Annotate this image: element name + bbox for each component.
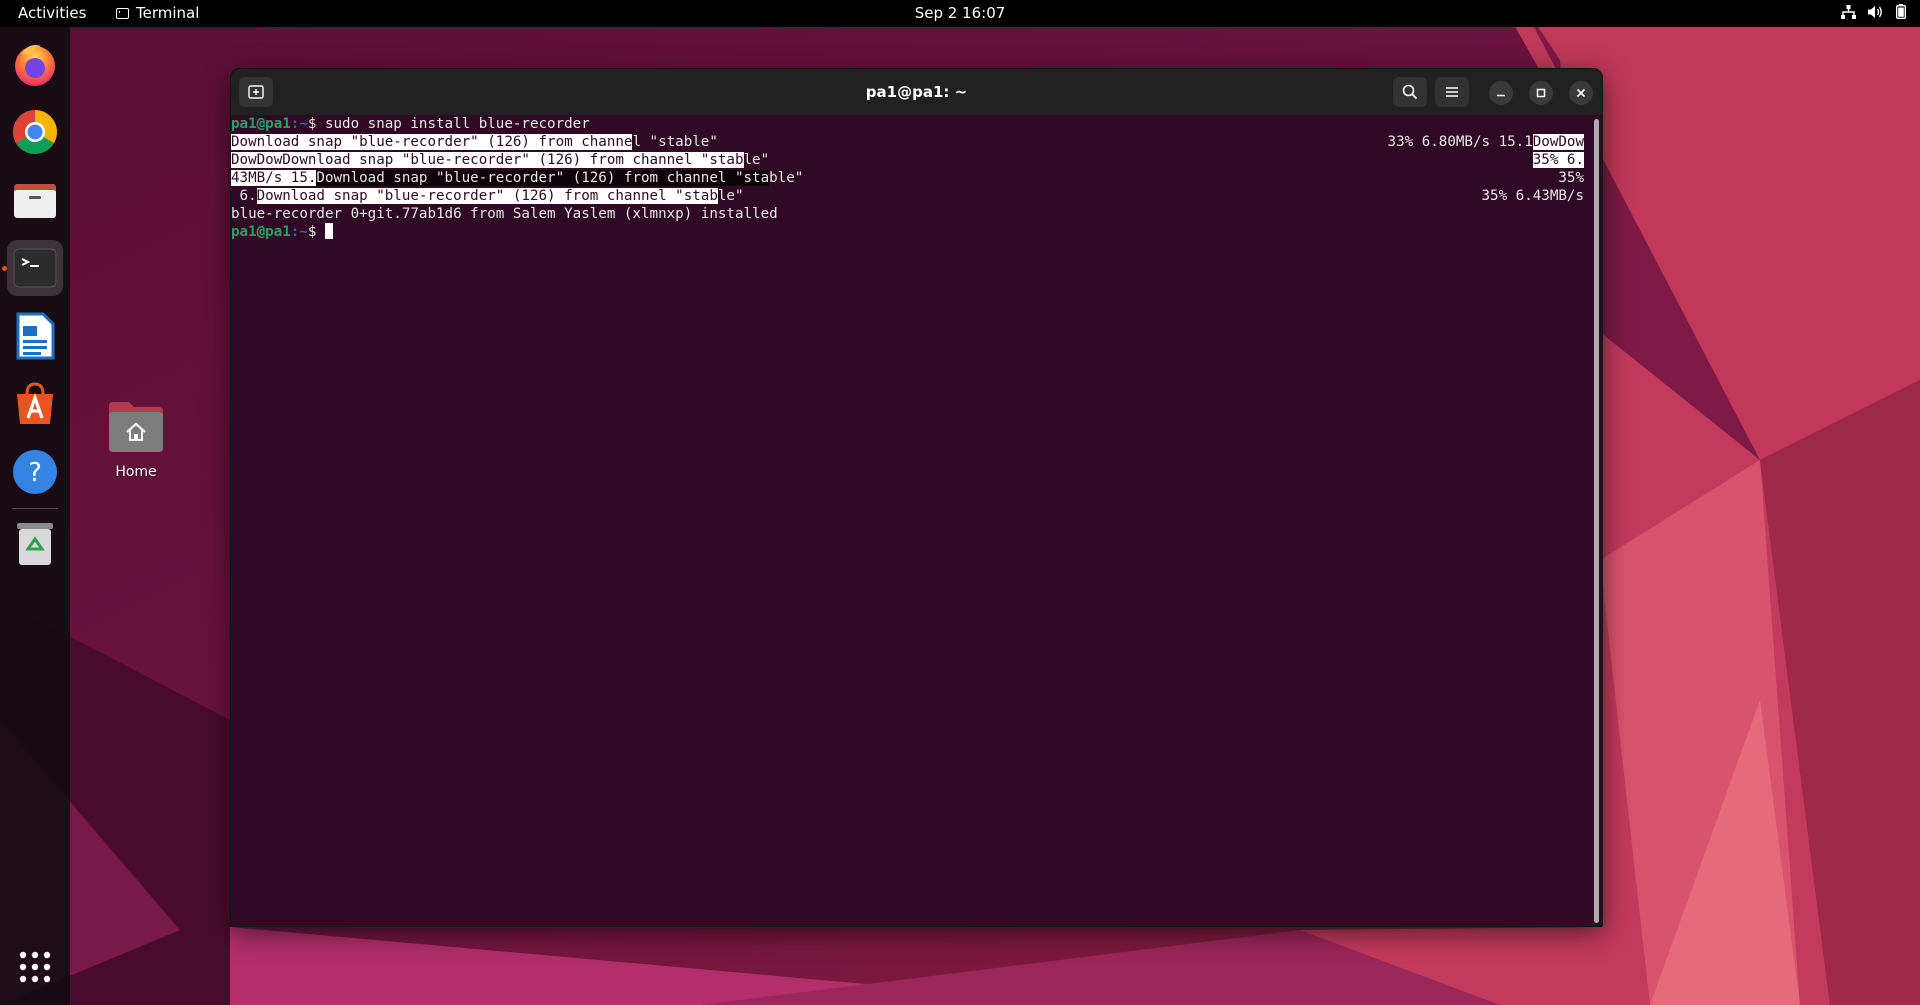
dock-trash[interactable] bbox=[7, 515, 63, 571]
download-text: DowDowDownload snap "blue-recorder" (126… bbox=[231, 152, 744, 168]
running-indicator bbox=[2, 266, 7, 271]
terminal-line: 43MB/s 15.Download snap "blue-recorder" … bbox=[231, 169, 1593, 187]
minimize-button[interactable] bbox=[1489, 81, 1513, 105]
clock[interactable]: Sep 2 16:07 bbox=[915, 4, 1006, 22]
chrome-icon bbox=[13, 110, 57, 154]
network-icon bbox=[1841, 4, 1856, 19]
window-title: pa1@pa1: ~ bbox=[865, 83, 968, 101]
terminal-window[interactable]: pa1@pa1: ~ pa1@pa1:~$ sudo snap install … bbox=[230, 68, 1603, 927]
close-button[interactable] bbox=[1569, 81, 1593, 105]
dock-firefox[interactable] bbox=[7, 36, 63, 92]
prompt-user: pa1@pa1 bbox=[231, 224, 291, 240]
terminal-line: pa1@pa1:~$ sudo snap install blue-record… bbox=[231, 115, 1593, 133]
maximize-button[interactable] bbox=[1529, 81, 1553, 105]
scrollbar[interactable] bbox=[1594, 119, 1599, 923]
download-text: le" bbox=[743, 152, 770, 168]
download-text: Download snap "blue-recorder" (126) from… bbox=[316, 170, 770, 186]
home-folder-icon bbox=[109, 402, 163, 452]
download-text: l "stable" bbox=[632, 134, 718, 150]
system-tray[interactable] bbox=[1841, 4, 1906, 19]
progress-text: 35% 6.43MB/s bbox=[1481, 188, 1585, 204]
top-bar: Activities Terminal Sep 2 16:07 bbox=[0, 0, 1920, 27]
close-icon bbox=[1576, 88, 1586, 98]
search-icon bbox=[1402, 84, 1418, 100]
download-text: 6. bbox=[231, 188, 257, 204]
new-tab-button[interactable] bbox=[239, 77, 273, 107]
progress-text: 35% 6. bbox=[1532, 152, 1584, 168]
search-button[interactable] bbox=[1393, 77, 1427, 107]
svg-text:?: ? bbox=[28, 458, 42, 488]
prompt-path: :~ bbox=[290, 224, 308, 240]
terminal-output[interactable]: pa1@pa1:~$ sudo snap install blue-record… bbox=[231, 115, 1602, 926]
text-cursor bbox=[324, 223, 333, 239]
battery-icon bbox=[1896, 4, 1906, 19]
install-result: blue-recorder 0+git.77ab1d6 from Salem Y… bbox=[231, 206, 778, 222]
command-text: sudo snap install blue-recorder bbox=[316, 116, 590, 132]
terminal-icon bbox=[13, 248, 57, 288]
download-text: Download snap "blue-recorder" (126) from… bbox=[231, 134, 633, 150]
terminal-line: blue-recorder 0+git.77ab1d6 from Salem Y… bbox=[231, 205, 1593, 223]
download-text: 43MB/s 15. bbox=[231, 170, 317, 186]
maximize-icon bbox=[1536, 88, 1546, 98]
home-label: Home bbox=[115, 464, 157, 480]
trash-icon bbox=[17, 523, 53, 565]
activities-button[interactable]: Activities bbox=[18, 4, 86, 22]
dock-terminal[interactable] bbox=[7, 240, 63, 296]
dock-files[interactable] bbox=[7, 172, 63, 228]
files-icon bbox=[14, 184, 56, 218]
app-menu[interactable]: Terminal bbox=[116, 4, 199, 22]
prompt-path: :~ bbox=[290, 116, 308, 132]
menu-button[interactable] bbox=[1435, 77, 1469, 107]
progress-text: 33% 6.80MB/s 15.1 bbox=[1387, 134, 1533, 150]
hamburger-menu-icon bbox=[1446, 87, 1458, 97]
app-menu-label: Terminal bbox=[136, 4, 200, 22]
terminal-line: Download snap "blue-recorder" (126) from… bbox=[231, 133, 1593, 151]
download-text: ble" bbox=[769, 170, 804, 186]
show-applications-button[interactable] bbox=[7, 939, 63, 995]
dock-chrome[interactable] bbox=[7, 104, 63, 160]
dock-ubuntu-software[interactable] bbox=[7, 376, 63, 432]
download-text: le" bbox=[717, 188, 744, 204]
desktop-home-folder[interactable]: Home bbox=[100, 400, 172, 480]
prompt-user: pa1@pa1 bbox=[231, 116, 291, 132]
terminal-line: pa1@pa1:~$ bbox=[231, 223, 1593, 241]
dock-libreoffice-writer[interactable] bbox=[7, 308, 63, 364]
volume-icon bbox=[1868, 5, 1882, 18]
dock-separator bbox=[12, 508, 58, 509]
app-grid-icon bbox=[19, 951, 51, 983]
terminal-app-icon bbox=[116, 7, 129, 19]
writer-icon bbox=[16, 312, 55, 360]
progress-text: DowDow bbox=[1532, 134, 1584, 150]
dock-help[interactable]: ? bbox=[7, 444, 63, 500]
terminal-titlebar[interactable]: pa1@pa1: ~ bbox=[231, 69, 1602, 115]
terminal-line: 6.Download snap "blue-recorder" (126) fr… bbox=[231, 187, 1593, 205]
help-icon: ? bbox=[13, 450, 57, 494]
progress-text: 35% bbox=[1558, 170, 1584, 186]
firefox-icon bbox=[15, 45, 55, 86]
new-tab-icon bbox=[248, 85, 264, 99]
download-text: Download snap "blue-recorder" (126) from… bbox=[256, 188, 718, 204]
terminal-line: DowDowDownload snap "blue-recorder" (126… bbox=[231, 151, 1593, 169]
prompt-symbol: $ bbox=[307, 224, 317, 240]
software-store-icon bbox=[17, 382, 53, 424]
minimize-icon bbox=[1497, 94, 1505, 97]
dock: ? bbox=[0, 27, 70, 1005]
